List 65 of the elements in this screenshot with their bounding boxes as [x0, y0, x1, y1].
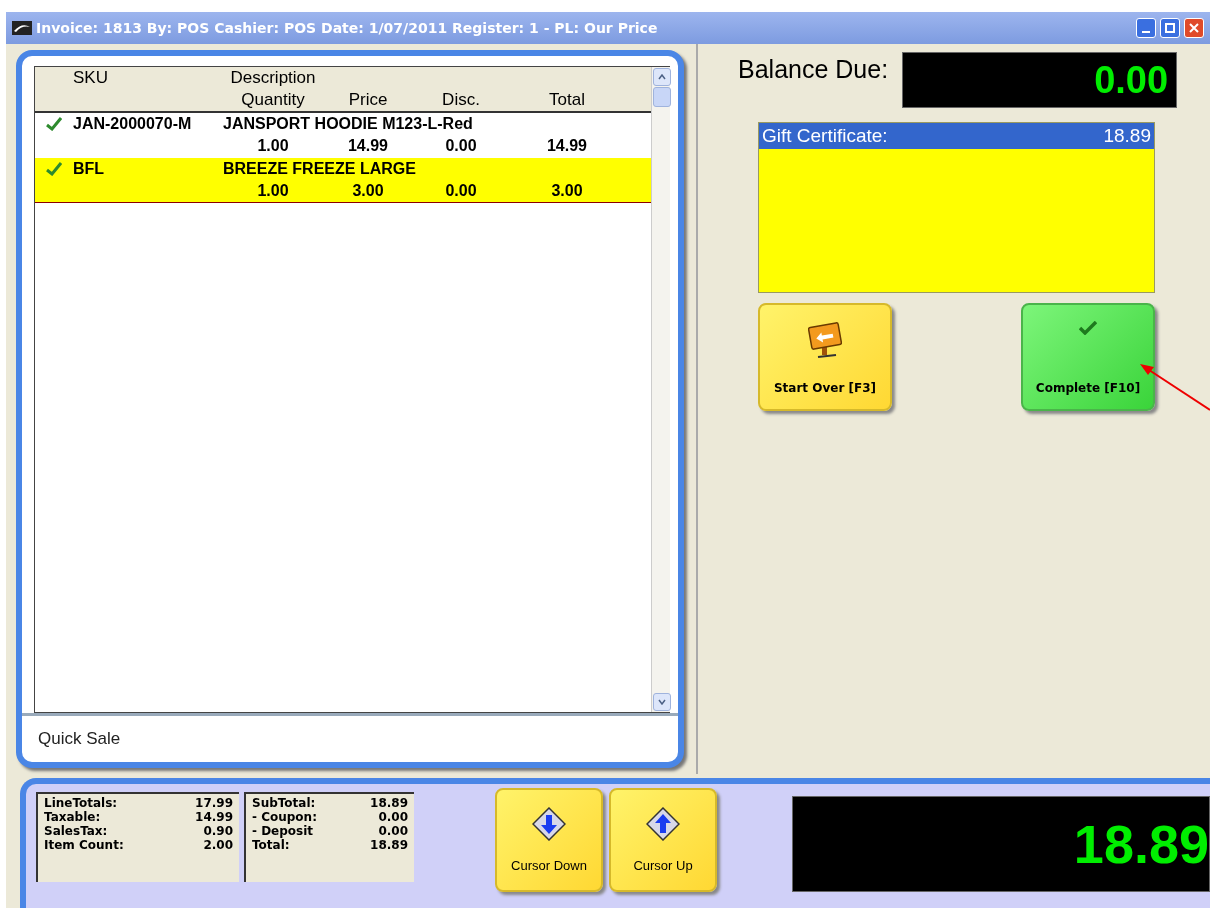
totals-label: LineTotals:: [44, 796, 118, 810]
app-icon: [12, 21, 32, 35]
maximize-icon: [1165, 23, 1175, 33]
column-header: Description: [229, 68, 317, 88]
totals-value: 0.90: [203, 824, 233, 838]
description-text: JANSPORT HOODIE M123-L-Red: [223, 115, 474, 133]
close-icon: [1189, 23, 1199, 33]
column-header: Disc.: [441, 90, 481, 110]
sku-text: BFL: [73, 160, 106, 178]
price-text: 14.99: [346, 137, 389, 155]
annotation-arrow: [1138, 362, 1210, 412]
tender-row[interactable]: Gift Certificate: 18.89: [759, 123, 1154, 149]
column-header: Quantity: [240, 90, 306, 110]
totals-label: - Coupon:: [252, 810, 317, 824]
minimize-icon: [1142, 31, 1150, 33]
price-text: 3.00: [351, 182, 385, 200]
totals-label: Item Count:: [44, 838, 124, 852]
scroll-down-button[interactable]: [653, 693, 671, 711]
tender-amount: 18.89: [1103, 125, 1151, 147]
totals-label: SalesTax:: [44, 824, 108, 838]
column-header: Total: [548, 90, 586, 110]
column-header: SKU: [73, 68, 109, 88]
discount-text: 0.00: [444, 137, 478, 155]
totals-value: 17.99: [195, 796, 233, 810]
minimize-button[interactable]: [1136, 18, 1156, 38]
cursor-up-button[interactable]: Cursor Up: [609, 788, 717, 892]
scroll-thumb[interactable]: [653, 87, 671, 107]
totals-value: 18.89: [370, 796, 408, 810]
totals-value: 0.00: [378, 824, 408, 838]
totals-label: - Deposit: [252, 824, 314, 838]
caret-up-icon: [658, 74, 666, 80]
quick-sale-text: Quick Sale: [38, 729, 121, 749]
cursor-down-button[interactable]: Cursor Down: [495, 788, 603, 892]
quantity-text: 1.00: [256, 137, 290, 155]
caret-down-icon: [658, 699, 666, 705]
column-header: Price: [347, 90, 389, 110]
quantity-text: 1.00: [256, 182, 290, 200]
balance-due-label: Balance Due:: [738, 55, 889, 84]
totals-value: 18.89: [370, 838, 408, 852]
totals-label: SubTotal:: [252, 796, 316, 810]
up-arrow-icon: [646, 806, 680, 841]
scrollbar[interactable]: [651, 67, 670, 712]
discount-text: 0.00: [444, 182, 478, 200]
complete-button[interactable]: Complete [F10]: [1021, 303, 1155, 411]
totals-value: 14.99: [195, 810, 233, 824]
totals-label: Taxable:: [44, 810, 101, 824]
window-title: Invoice: 1813 By: POS Cashier: POS Date: 1/07/2011 Register: 1 - PL: Our Price: [36, 20, 659, 36]
balance-due-value: 0.00: [1094, 58, 1169, 102]
totals-value: 0.00: [378, 810, 408, 824]
scroll-up-button[interactable]: [653, 68, 671, 86]
grand-total-value: 18.89: [1073, 813, 1209, 875]
totals-label: Total:: [252, 838, 290, 852]
totals-value: 2.00: [203, 838, 233, 852]
sku-text: JAN-2000070-M: [73, 115, 193, 133]
check-icon: [1079, 321, 1097, 335]
description-text: BREEZE FREEZE LARGE: [223, 160, 417, 178]
close-button[interactable]: [1184, 18, 1204, 38]
total-text: 14.99: [545, 137, 588, 155]
down-arrow-icon: [532, 806, 566, 841]
tender-label: Gift Certificate:: [762, 125, 888, 147]
line-item-row[interactable]: BFL BREEZE FREEZE LARGE 1.00 3.00 0.00 3.00: [35, 158, 651, 203]
maximize-button[interactable]: [1160, 18, 1180, 38]
signpost-arrow-icon: [808, 321, 842, 359]
start-over-button[interactable]: Start Over [F3]: [758, 303, 892, 411]
total-text: 3.00: [550, 182, 584, 200]
